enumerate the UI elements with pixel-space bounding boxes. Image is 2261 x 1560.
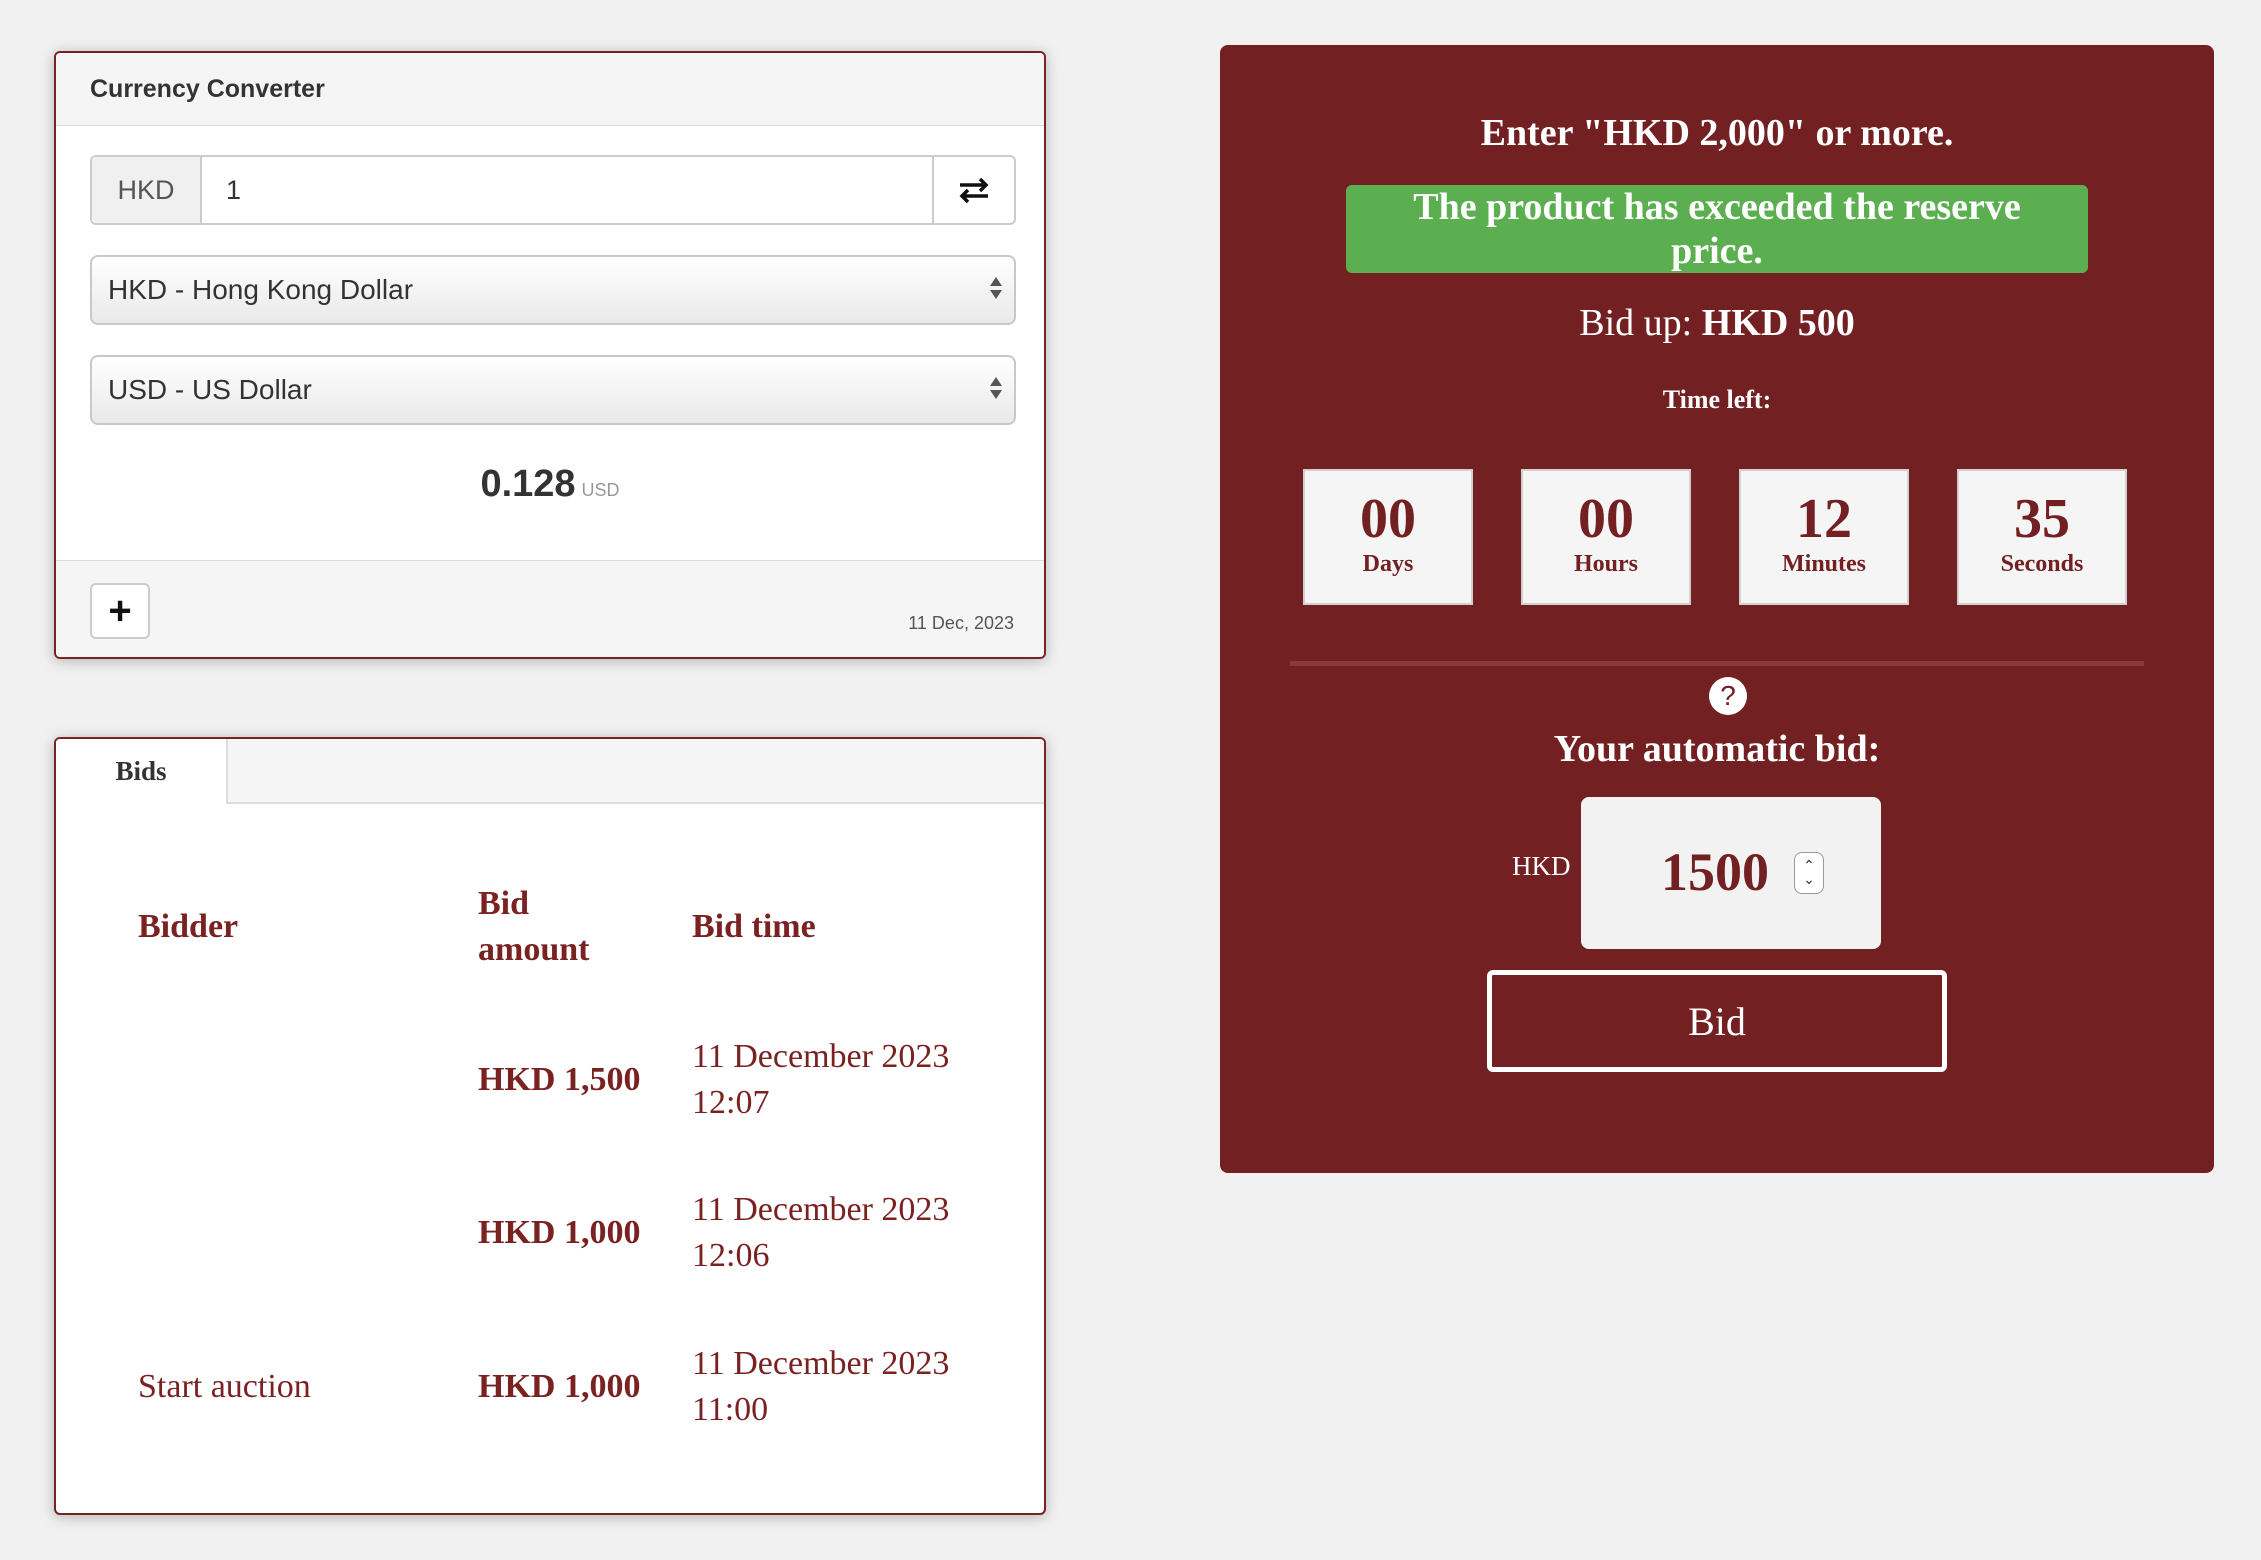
countdown-seconds: 35 Seconds [1957, 469, 2127, 605]
automatic-bid-label: Your automatic bid: [1553, 728, 1881, 770]
spinner-down-icon[interactable]: ⌄ [1803, 873, 1815, 887]
bid-row-2-amount: HKD 1,000 [478, 1214, 641, 1251]
countdown-seconds-label: Seconds [2000, 551, 2084, 577]
countdown-hours-value: 00 [1578, 488, 1634, 550]
countdown-hours: 00 Hours [1521, 469, 1691, 605]
from-currency-value: HKD - Hong Kong Dollar [108, 274, 414, 305]
bid-increment: Bid up: HKD 500 [1220, 301, 2214, 345]
countdown-days-label: Days [1362, 551, 1414, 577]
add-currency-button[interactable]: + [90, 583, 150, 639]
spinner-up-icon[interactable]: ⌃ [1803, 859, 1815, 873]
minimum-bid-message: Enter "HKD 2,000" or more. [1480, 112, 1954, 154]
header-bid-amount-line1: Bid [478, 885, 530, 922]
amount-input-group: HKD [90, 155, 1016, 225]
result-value: 0.128 [480, 463, 576, 505]
amount-input[interactable] [202, 157, 932, 223]
time-left-label: Time left: [1662, 385, 1772, 414]
conversion-result: 0.128 USD [56, 463, 1044, 506]
converter-footer: + 11 Dec, 2023 [56, 560, 1044, 657]
help-icon[interactable]: ? [1709, 677, 1747, 715]
bid-row-1-date: 11 December 2023 [692, 1038, 950, 1075]
bid-row-1-amount: HKD 1,500 [478, 1061, 641, 1098]
automatic-bid-value: 1500 [1661, 842, 1769, 902]
bid-button[interactable]: Bid [1487, 970, 1947, 1072]
bid-up-value: HKD 500 [1701, 302, 1855, 344]
select-arrows-icon [990, 377, 1002, 399]
reserve-line-2: price. [1671, 230, 1763, 272]
divider [1290, 661, 2144, 666]
bid-row-2-clock: 12:06 [692, 1237, 770, 1274]
amount-currency-label: HKD [92, 157, 202, 223]
from-currency-select[interactable]: HKD - Hong Kong Dollar [90, 255, 1016, 325]
countdown-minutes-value: 12 [1796, 488, 1852, 550]
bids-tabbar: Bids [56, 739, 1044, 804]
result-unit: USD [581, 480, 620, 500]
reserve-price-banner: The product has exceeded the reserve pri… [1346, 185, 2088, 273]
swap-icon [959, 177, 989, 204]
tab-bids[interactable]: Bids [56, 739, 228, 804]
bids-panel: Bids Bidder Bid amount Bid time HKD 1,50… [54, 737, 1046, 1515]
bid-row-2-date: 11 December 2023 [692, 1191, 950, 1228]
countdown-days: 00 Days [1303, 469, 1473, 605]
header-bid-amount: Bid amount [478, 881, 589, 973]
countdown-seconds-value: 35 [2014, 488, 2070, 550]
header-bidder: Bidder [138, 908, 239, 945]
number-spinner-icon[interactable]: ⌃ ⌄ [1794, 852, 1824, 894]
bid-row-1-clock: 12:07 [692, 1084, 770, 1121]
to-currency-select[interactable]: USD - US Dollar [90, 355, 1016, 425]
currency-converter-widget: Currency Converter HKD HKD - Hong Kong D… [54, 51, 1046, 659]
currency-converter-title: Currency Converter [56, 53, 1044, 126]
swap-currencies-button[interactable] [932, 157, 1014, 223]
bid-row-3-date: 11 December 2023 [692, 1345, 950, 1382]
automatic-bid-input[interactable]: 1500 ⌃ ⌄ [1581, 797, 1881, 949]
countdown-minutes: 12 Minutes [1739, 469, 1909, 605]
header-bid-amount-line2: amount [478, 931, 590, 968]
bid-row-2-time: 11 December 2023 12:06 [692, 1187, 949, 1279]
countdown-days-value: 00 [1360, 488, 1416, 550]
rate-date: 11 Dec, 2023 [908, 613, 1014, 633]
to-currency-value: USD - US Dollar [108, 374, 312, 405]
bid-row-1-time: 11 December 2023 12:07 [692, 1034, 949, 1126]
reserve-line-1: The product has exceeded the reserve [1413, 186, 2021, 228]
auction-panel: Enter "HKD 2,000" or more. The product h… [1220, 45, 2214, 1173]
bid-up-label: Bid up: [1579, 302, 1693, 344]
countdown-hours-label: Hours [1573, 551, 1638, 577]
select-arrows-icon [990, 277, 1002, 299]
header-bid-time: Bid time [692, 908, 816, 945]
bid-row-3-time: 11 December 2023 11:00 [692, 1341, 949, 1433]
countdown-minutes-label: Minutes [1782, 551, 1866, 577]
bid-row-3-bidder: Start auction [138, 1368, 311, 1405]
bid-currency-label: HKD [1512, 851, 1571, 881]
bid-row-3-amount: HKD 1,000 [478, 1368, 641, 1405]
bid-row-3-clock: 11:00 [692, 1391, 769, 1428]
